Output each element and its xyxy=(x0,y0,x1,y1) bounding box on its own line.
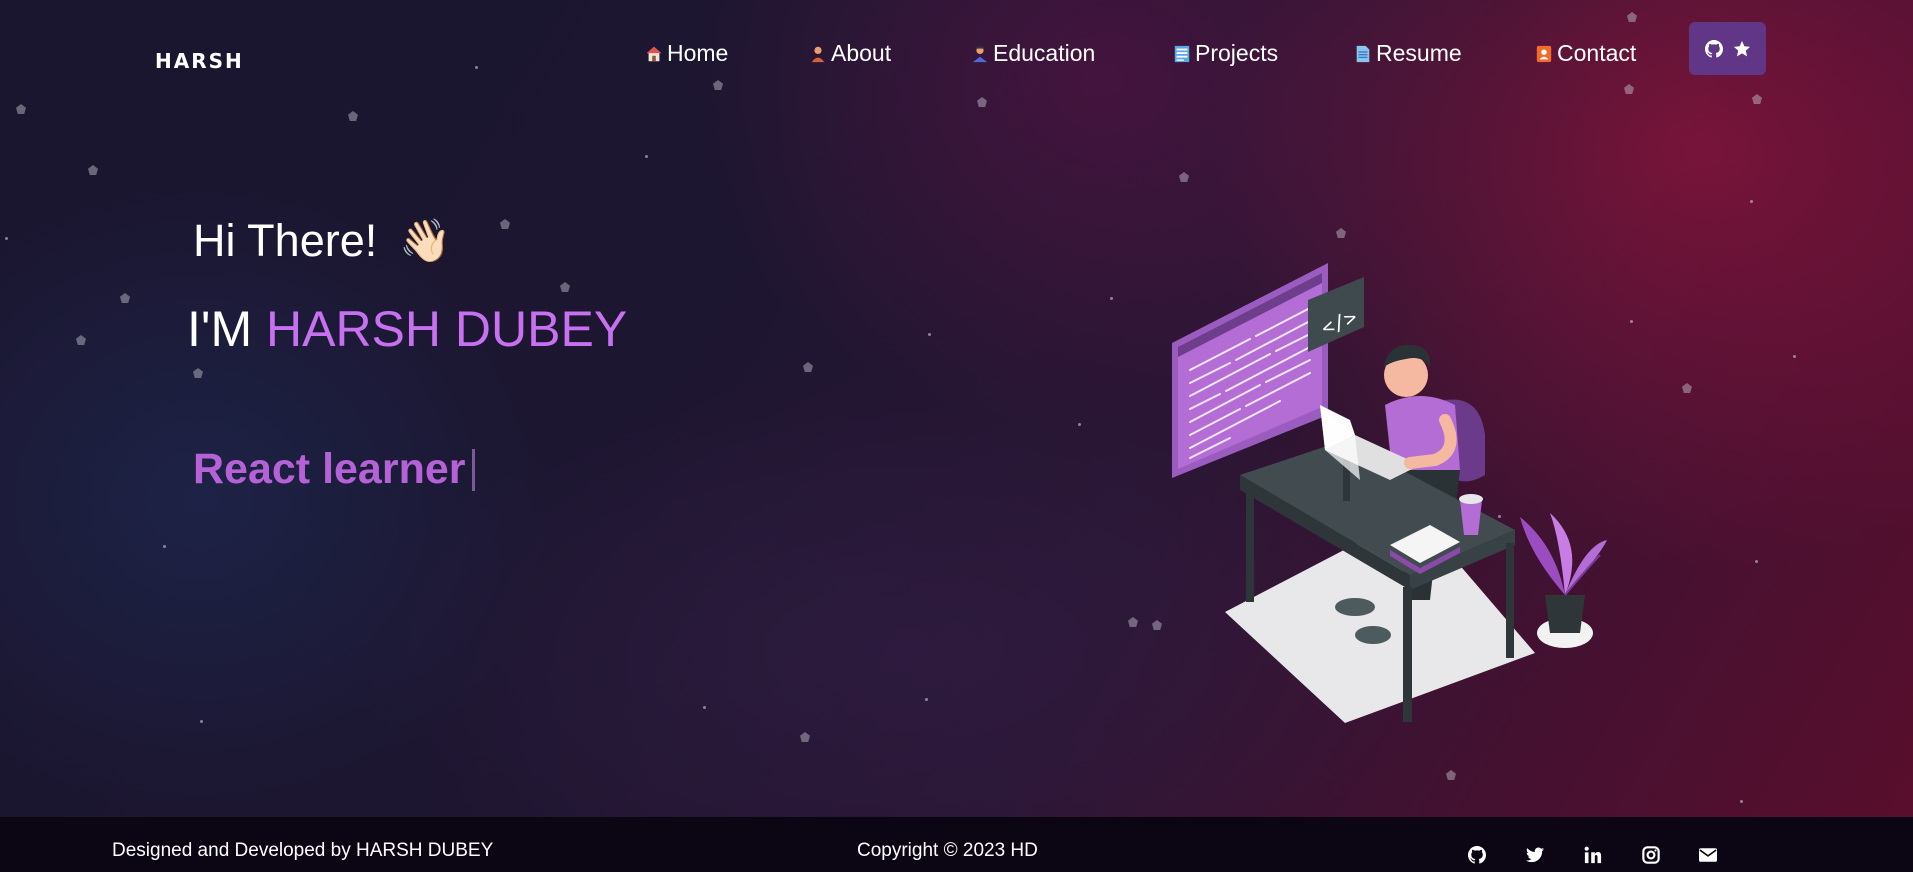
navbar: HARSH Home About Education Projects Resu… xyxy=(0,0,1913,100)
user-icon xyxy=(811,46,825,62)
developer-at-desk-illustration: </> xyxy=(1172,263,1607,723)
name-prefix: I'M xyxy=(187,301,266,357)
github-icon xyxy=(1704,39,1723,58)
education-icon xyxy=(972,46,988,62)
instagram-icon xyxy=(1642,846,1660,864)
typed-text: React learner xyxy=(193,445,466,493)
footer-credit: Designed and Developed by HARSH DUBEY xyxy=(112,840,494,861)
star-icon xyxy=(1733,40,1750,56)
nav-resume-label: Resume xyxy=(1376,40,1462,66)
github-star-button[interactable] xyxy=(1689,22,1766,75)
name-highlight: HARSH DUBEY xyxy=(265,301,628,357)
particles-background xyxy=(0,0,1913,872)
mail-icon xyxy=(1699,848,1717,862)
github-icon xyxy=(1468,846,1486,864)
footer-github-link[interactable] xyxy=(1467,845,1487,865)
footer-copyright: Copyright © 2023 HD xyxy=(857,840,1038,861)
hero-greeting: Hi There! 👋🏻 xyxy=(193,215,452,267)
footer-twitter-link[interactable] xyxy=(1525,845,1545,865)
plant-graphic xyxy=(1520,513,1607,648)
typewriter-text: React learner xyxy=(193,445,475,494)
contact-icon xyxy=(1536,45,1552,62)
nav-home-label: Home xyxy=(667,40,729,66)
nav-education-label: Education xyxy=(993,40,1096,66)
nav-projects-label: Projects xyxy=(1195,40,1279,66)
nav-resume[interactable]: Resume xyxy=(1354,40,1462,67)
hero-name: I'M HARSH DUBEY xyxy=(187,300,627,358)
nav-education[interactable]: Education xyxy=(971,40,1095,67)
nav-about[interactable]: About xyxy=(809,40,891,67)
nav-home[interactable]: Home xyxy=(645,40,728,67)
brand-logo[interactable]: HARSH xyxy=(155,49,244,73)
nav-about-label: About xyxy=(831,40,892,66)
footer-mail-link[interactable] xyxy=(1698,845,1718,865)
greeting-text: Hi There! xyxy=(193,215,378,266)
document-icon xyxy=(1356,45,1370,62)
nav-contact-label: Contact xyxy=(1557,40,1637,66)
footer-linkedin-link[interactable] xyxy=(1583,845,1603,865)
linkedin-icon xyxy=(1584,846,1602,864)
home-icon xyxy=(646,46,662,61)
footer-instagram-link[interactable] xyxy=(1641,845,1661,865)
twitter-icon xyxy=(1526,847,1544,863)
nav-projects[interactable]: Projects xyxy=(1173,40,1278,67)
nav-contact[interactable]: Contact xyxy=(1535,40,1636,67)
typing-cursor xyxy=(471,448,475,491)
waving-hand-icon: 👋🏻 xyxy=(399,216,452,264)
projects-icon xyxy=(1174,45,1190,62)
